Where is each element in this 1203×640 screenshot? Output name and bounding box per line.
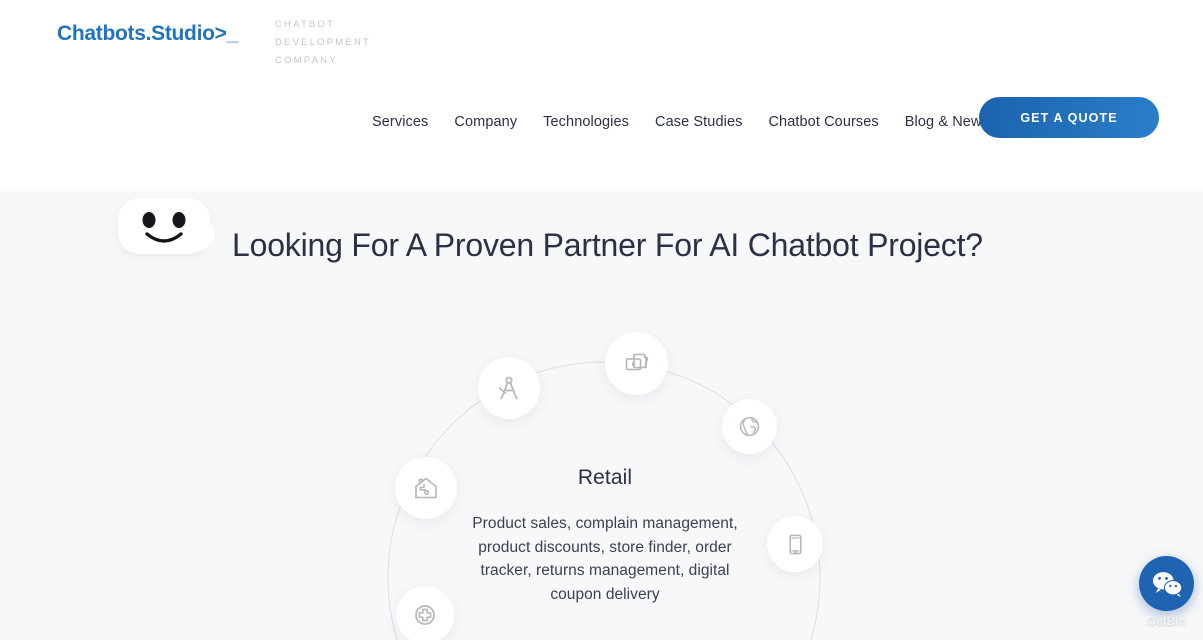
media-folder-icon — [625, 353, 648, 370]
get-a-quote-button[interactable]: GET A QUOTE — [979, 97, 1159, 138]
logo-cursor: _ — [226, 22, 239, 45]
house-faucet-icon — [415, 477, 437, 499]
nav-item-case-studies[interactable]: Case Studies — [655, 111, 742, 133]
logo[interactable]: Chatbots.Studio>_ — [57, 22, 238, 46]
ring-node-healthcare[interactable] — [396, 586, 454, 640]
industry-ring-diagram: Retail Product sales, complain managemen… — [0, 191, 1203, 640]
nav-item-list: Services Company Technologies Case Studi… — [372, 111, 1073, 133]
nav-item-services[interactable]: Services — [372, 111, 428, 133]
nav-item-company[interactable]: Company — [454, 111, 517, 133]
ring-center-card: Retail Product sales, complain managemen… — [460, 463, 750, 606]
wechat-bubbles-icon — [1152, 571, 1182, 597]
ring-node-home-services[interactable] — [395, 457, 457, 519]
tagline-line-1: CHATBOT — [275, 19, 336, 30]
hero-section: Looking For A Proven Partner For AI Chat… — [0, 191, 1203, 640]
ring-center-title: Retail — [577, 466, 633, 489]
site-header: Chatbots.Studio>_ CHATBOT DEVELOPMENT CO… — [0, 0, 1203, 191]
medical-cross-icon — [415, 605, 435, 625]
bubble-face-svg — [142, 212, 186, 243]
logo-tagline: CHATBOT DEVELOPMENT COMPANY — [275, 16, 371, 70]
smiling-face-chat-bubble-icon — [118, 198, 210, 254]
nav-item-technologies[interactable]: Technologies — [543, 111, 629, 133]
nav-item-chatbot-courses[interactable]: Chatbot Courses — [768, 111, 878, 133]
globe-icon — [739, 416, 760, 437]
tagline-line-2: DEVELOPMENT — [275, 37, 371, 48]
tagline-line-3: COMPANY — [275, 55, 338, 66]
drafting-compass-icon — [498, 376, 518, 400]
page-root: Chatbots.Studio>_ CHATBOT DEVELOPMENT CO… — [0, 0, 1203, 640]
ring-center-description: Product sales, complain management, prod… — [472, 515, 738, 603]
getbin-floating-widget[interactable]: GetBin — [1139, 556, 1194, 628]
ring-node-mobile[interactable] — [767, 516, 823, 572]
ring-node-architecture[interactable] — [478, 357, 540, 419]
smartphone-icon — [788, 534, 802, 554]
ring-node-travel[interactable] — [722, 399, 777, 454]
getbin-widget-label: GetBin — [1147, 616, 1186, 628]
ring-node-media[interactable] — [605, 332, 668, 395]
logo-text: Chatbots.Studio>_ — [57, 22, 239, 45]
getbin-widget-button[interactable] — [1139, 556, 1194, 611]
nav-item-blog-news[interactable]: Blog & News — [905, 111, 989, 133]
